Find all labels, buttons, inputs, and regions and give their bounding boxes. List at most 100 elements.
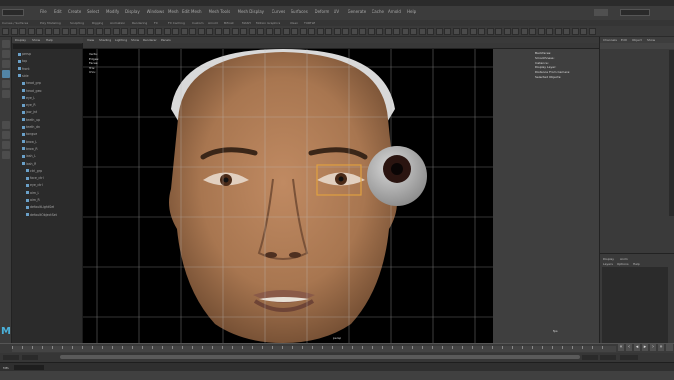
outliner-menu-show[interactable]: Show [32,38,40,42]
channel-tab-channels[interactable]: Channels [603,38,617,42]
outliner-item[interactable]: tongue [22,132,37,136]
shelf-tool-icon[interactable] [70,28,77,35]
shelf-tool-icon[interactable] [529,28,536,35]
layer-menu-layers[interactable]: Layers [603,262,613,266]
shelf-tool-icon[interactable] [61,28,69,35]
shelf-tool-icon[interactable] [520,28,528,35]
outliner-item[interactable]: defaultLightSet [26,205,54,209]
outliner-item[interactable]: face_ctrl [26,176,44,180]
shelf-tool-icon[interactable] [308,28,315,35]
outliner-item[interactable]: brow_L [22,140,37,144]
shelf-tool-icon[interactable] [495,28,502,35]
shelf-tool-icon[interactable] [342,28,349,35]
channel-tab-show[interactable]: Show [647,38,655,42]
layer-tab-display[interactable]: Display [603,257,614,261]
shelf-tab[interactable]: Custom [192,21,204,25]
workspace-selector[interactable] [620,9,650,16]
shelf-tool-icon[interactable] [274,28,281,35]
shelf-tab[interactable]: FX Caching [168,21,185,25]
range-start-field[interactable] [22,355,38,360]
outliner-item[interactable]: brow_R [22,147,38,151]
shelf-tool-icon[interactable] [214,28,222,35]
menu-item[interactable]: Arnold [388,9,401,14]
shelf-tool-icon[interactable] [78,28,86,35]
menu-item[interactable]: Curves [272,9,286,14]
shelf-tool-icon[interactable] [104,28,111,35]
shelf-tool-icon[interactable] [257,28,264,35]
select-tool-icon[interactable] [2,40,10,48]
shelf-tool-icon[interactable] [401,28,409,35]
shelf-tool-icon[interactable] [427,28,434,35]
shelf-tool-icon[interactable] [223,28,230,35]
fps-dropdown[interactable] [620,355,638,360]
mode-selector[interactable] [2,9,24,16]
shelf-tab[interactable]: Motion Graphics [256,21,280,25]
shelf-tool-icon[interactable] [478,28,485,35]
menu-item[interactable]: Mesh Display [238,9,265,14]
shelf-tool-icon[interactable] [44,28,52,35]
shelf-tool-icon[interactable] [588,28,596,35]
go-to-end-button[interactable]: » [658,344,664,351]
shelf-tool-icon[interactable] [384,28,392,35]
outliner-item[interactable]: jaw_jnt [22,110,37,114]
outliner-item[interactable]: eye_ctrl [26,183,43,187]
shelf-tab[interactable]: Rigging [92,21,103,25]
shelf-tool-icon[interactable] [163,28,171,35]
start-frame-field[interactable] [3,355,19,360]
shelf-tool-icon[interactable] [172,28,179,35]
menu-item[interactable]: Modify [106,9,119,14]
lasso-tool-icon[interactable] [2,50,10,58]
shelf-tool-icon[interactable] [325,28,332,35]
shelf-tab[interactable]: Animation [110,21,125,25]
shelf-tool-icon[interactable] [554,28,562,35]
paint-select-tool-icon[interactable] [2,60,10,68]
shelf-tool-icon[interactable] [240,28,247,35]
shelf-tool-icon[interactable] [486,28,494,35]
viewport[interactable]: Verts: Edges: Faces: Tris: UVs: Backface… [83,49,599,343]
vp-menu-renderer[interactable]: Renderer [143,38,157,42]
shelf-tool-icon[interactable] [248,28,256,35]
shelf-tool-icon[interactable] [299,28,307,35]
outliner-item[interactable]: side [18,74,29,78]
shelf-tab[interactable]: Poly Modeling [40,21,61,25]
rotate-tool-icon[interactable] [2,80,10,88]
shelf-tool-icon[interactable] [571,28,579,35]
menu-item[interactable]: UV [334,9,340,14]
shelf-tool-icon[interactable] [19,28,26,35]
shelf-tool-icon[interactable] [563,28,570,35]
shelf-tool-icon[interactable] [206,28,213,35]
scale-tool-icon[interactable] [2,90,10,98]
range-slider[interactable] [60,355,580,359]
channel-tab-object[interactable]: Object [632,38,642,42]
layout-outliner-icon[interactable] [2,151,10,159]
shelf-tool-icon[interactable] [537,28,545,35]
move-tool-icon[interactable] [2,70,10,78]
panel-scrollbar[interactable] [669,50,674,216]
outliner-item[interactable]: head_grp [22,81,41,85]
shelf-tool-icon[interactable] [418,28,426,35]
shelf-tool-icon[interactable] [197,28,205,35]
shelf-tool-icon[interactable] [146,28,154,35]
outliner-menu-display[interactable]: Display [15,38,26,42]
outliner-item[interactable]: teeth_up [22,118,40,122]
step-forward-button[interactable]: › [650,344,656,351]
shelf-tool-icon[interactable] [393,28,400,35]
menu-item[interactable]: Edit [54,9,62,14]
shelf-tool-icon[interactable] [138,28,145,35]
shelf-tool-icon[interactable] [444,28,451,35]
shelf-tool-icon[interactable] [36,28,43,35]
shelf-tool-icon[interactable] [87,28,94,35]
menu-item[interactable]: Mesh [168,9,179,14]
outliner-item[interactable]: aim_R [26,198,40,202]
end-frame-field[interactable] [600,355,616,360]
menu-item[interactable]: Select [87,9,99,14]
shelf-tool-icon[interactable] [27,28,35,35]
outliner-item[interactable]: lash_L [22,154,36,158]
menu-item[interactable]: Help [407,9,416,14]
command-input[interactable] [14,365,44,370]
layer-menu-options[interactable]: Options [617,262,629,266]
shelf-tab[interactable]: FX [154,21,158,25]
shelf-tool-icon[interactable] [333,28,341,35]
shelf-tool-icon[interactable] [546,28,553,35]
workspace-button[interactable] [594,9,608,16]
